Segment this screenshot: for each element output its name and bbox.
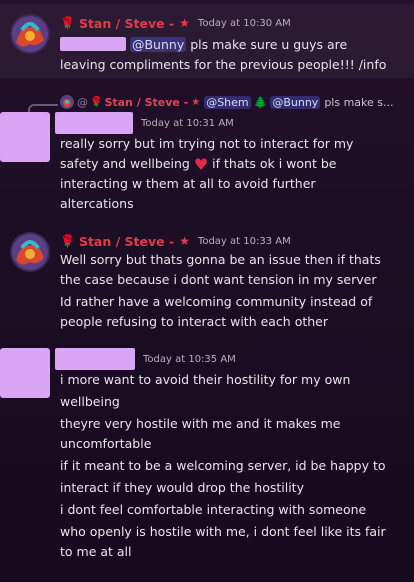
message-line: safety and wellbeing ♥ if thats ok i won… xyxy=(60,154,336,175)
redacted-avatar[interactable] xyxy=(0,112,50,162)
user-avatar[interactable] xyxy=(10,232,50,272)
timestamp: Today at 10:31 AM xyxy=(141,117,234,129)
tree-icon: 🌲 xyxy=(253,95,268,109)
message-header: Today at 10:31 AM xyxy=(55,112,234,134)
message-line: i more want to avoid their hostility for… xyxy=(60,372,351,387)
message-text: pls make sure u guys are xyxy=(190,37,348,52)
reply-at-symbol: @ xyxy=(77,95,88,109)
message-1: 🌹 Stan / Steve - ★ Today at 10:30 AM @Bu… xyxy=(0,4,414,78)
message-line: the case because i dont want tension in … xyxy=(60,272,377,287)
message-line: @Bunny pls make sure u guys are xyxy=(60,35,347,55)
message-header: 🌹 Stan / Steve - ★ Today at 10:33 AM xyxy=(60,232,291,250)
message-line: if it meant to be a welcoming server, id… xyxy=(60,458,386,473)
star-icon: ★ xyxy=(191,96,201,108)
star-icon: ★ xyxy=(179,234,190,248)
message-line: wellbeing xyxy=(60,394,120,409)
redacted-username[interactable] xyxy=(55,112,133,134)
rose-icon: 🌹 xyxy=(90,96,103,108)
message-line: who openly is hostile with me, i dont fe… xyxy=(60,524,386,539)
message-line: interacting w them at all to avoid furth… xyxy=(60,176,316,191)
mention-shem: @Shem xyxy=(204,95,251,109)
reply-preview: pls make s... xyxy=(324,95,394,109)
timestamp: Today at 10:35 AM xyxy=(143,353,236,365)
username[interactable]: Stan / Steve - xyxy=(79,234,174,249)
message-line: leaving compliments for the previous peo… xyxy=(60,57,387,72)
message-line: Id rather have a welcoming community ins… xyxy=(60,294,373,309)
message-line: people refusing to interact with each ot… xyxy=(60,314,329,329)
redacted-avatar[interactable] xyxy=(0,348,50,398)
message-line: theyre very hostile with me and it makes… xyxy=(60,416,341,431)
username[interactable]: Stan / Steve - xyxy=(79,16,174,31)
star-icon: ★ xyxy=(179,16,190,30)
timestamp: Today at 10:33 AM xyxy=(197,235,291,247)
message-text: if thats ok i wont be xyxy=(212,156,337,171)
rose-icon: 🌹 xyxy=(60,234,75,248)
mention-bunny[interactable]: @Bunny xyxy=(129,37,187,52)
heart-icon: ♥ xyxy=(193,155,209,174)
message-line: to me at all xyxy=(60,544,132,559)
redacted-username[interactable] xyxy=(55,348,135,370)
message-line: uncomfortable xyxy=(60,436,152,451)
message-header: Today at 10:35 AM xyxy=(55,348,236,370)
mention-bunny: @Bunny xyxy=(270,95,321,109)
rose-icon: 🌹 xyxy=(60,16,75,30)
reply-reference[interactable]: @ 🌹 Stan / Steve - ★ @Shem 🌲 @Bunny pls … xyxy=(60,94,394,110)
message-line: i dont feel comfortable interacting with… xyxy=(60,502,367,517)
timestamp: Today at 10:30 AM xyxy=(197,17,291,29)
message-line: really sorry but im trying not to intera… xyxy=(60,136,354,151)
message-header: 🌹 Stan / Steve - ★ Today at 10:30 AM xyxy=(60,14,291,32)
message-line: interact if they would drop the hostilit… xyxy=(60,480,304,495)
reply-username: Stan / Steve - xyxy=(104,95,189,109)
reply-avatar xyxy=(60,95,74,109)
message-text: safety and wellbeing xyxy=(60,156,190,171)
user-avatar[interactable] xyxy=(10,14,50,54)
message-line: altercations xyxy=(60,196,134,211)
redacted-mention xyxy=(60,37,126,51)
message-line: Well sorry but thats gonna be an issue t… xyxy=(60,252,381,267)
